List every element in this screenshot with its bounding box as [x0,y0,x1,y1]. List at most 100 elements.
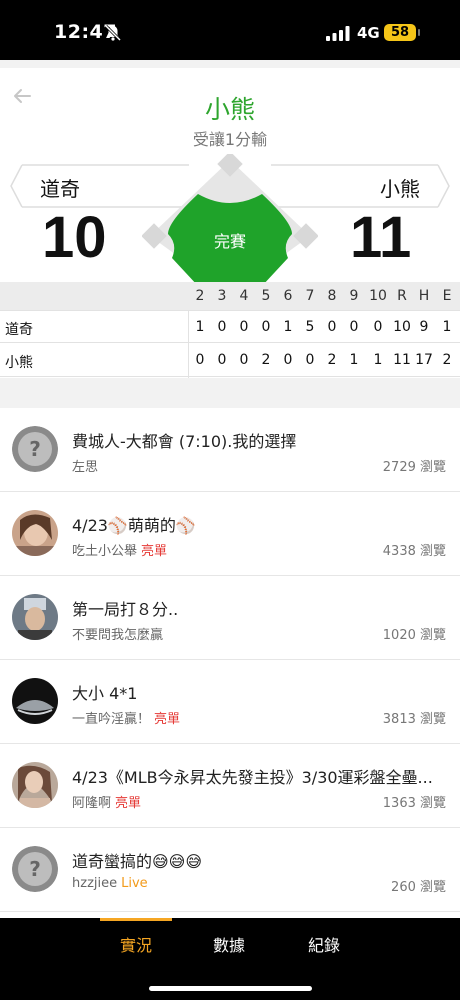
post-title: 大小 4*1 [72,684,138,703]
tab-stats[interactable]: 數據 [179,932,279,956]
inning-header: 6 [283,288,293,304]
hits-total: 17 [415,352,433,368]
user-photo-avatar [12,594,58,640]
post-title: 4/23《MLB今永昇太先發主投》3/30運彩盤全壘... [72,768,433,787]
inning-score: 0 [239,319,249,335]
inning-score: 0 [349,319,359,335]
runs-total: 11 [393,352,411,368]
inning-score: 0 [305,352,315,368]
view-count: 3813 瀏覽 [382,712,446,727]
away-score: 10 [42,205,107,270]
post-author: hzzjiee Live [72,876,148,891]
author-name: 一直吟淫贏！ [72,712,151,727]
post-author: 不要問我怎麼贏 [72,624,163,643]
inning-score: 0 [373,319,383,335]
post-item[interactable]: 4/23《MLB今永昇太先發主投》3/30運彩盤全壘... 阿隆啊 亮單 1363… [0,744,460,828]
post-title: 第一局打８分.. [72,600,179,619]
avatar [12,678,58,724]
avatar: ? [12,426,58,472]
page-title: 小熊 [204,95,255,124]
hits-total: 9 [419,319,429,335]
highlight-badge: 亮單 [154,712,181,727]
view-count: 1020 瀏覽 [382,628,446,643]
box-score-home-row: 小熊 0 0 0 2 0 0 2 1 1 11 17 2 [0,344,460,377]
home-team-name: 小熊 [380,177,420,201]
handicap-result: 受讓1分輸 [192,130,268,149]
view-count: 1363 瀏覽 [382,796,446,811]
post-item[interactable]: 第一局打８分.. 不要問我怎麼贏 1020 瀏覽 [0,576,460,660]
home-indicator[interactable] [149,986,312,991]
inning-header: 2 [195,288,205,304]
placeholder-avatar-icon: ? [12,846,58,892]
inning-header: 7 [305,288,315,304]
inning-score: 0 [283,352,293,368]
inning-header: 8 [327,288,337,304]
avatar [12,594,58,640]
author-name: hzzjiee [72,876,118,891]
hits-header: H [418,288,430,304]
status-bar: 12:47 4G 58 [0,0,460,60]
inning-score: 1 [195,319,205,335]
inning-score: 2 [327,352,337,368]
box-score-away-row: 道奇 1 0 0 0 1 5 0 0 0 10 9 1 [0,310,460,343]
inning-header: 4 [239,288,249,304]
inning-header: 9 [349,288,359,304]
inning-header: 10 [369,288,387,304]
game-status: 完賽 [213,232,246,251]
highlight-badge: 亮單 [141,544,168,559]
inning-score: 1 [373,352,383,368]
box-score-header-row: 2 3 4 5 6 7 8 9 10 R H E [0,282,460,310]
game-page: 小熊 受讓1分輸 道奇 小熊 完賽 10 11 2 3 4 5 6 7 8 9 … [0,60,460,918]
inning-score: 2 [261,352,271,368]
away-team-label: 道奇 [5,322,33,338]
post-item[interactable]: 大小 4*1 一直吟淫贏！ 亮單 3813 瀏覽 [0,660,460,744]
view-count: 260 瀏覽 [391,880,446,895]
author-name: 阿隆啊 [72,796,112,811]
view-count: 2729 瀏覽 [382,460,446,475]
home-team-label: 小熊 [5,355,33,371]
inning-header: 3 [217,288,227,304]
post-author: 左思 [72,456,98,475]
network-label: 4G [357,24,380,42]
avatar: ? [12,846,58,892]
author-name: 吃土小公舉 [72,544,138,559]
table-divider [188,310,189,378]
post-author: 阿隆啊 亮單 [72,792,141,811]
post-author: 一直吟淫贏！ 亮單 [72,708,180,727]
inning-header: 5 [261,288,271,304]
highlight-badge: 亮單 [115,796,142,811]
silent-bell-icon [104,24,122,42]
tab-records[interactable]: 紀錄 [274,932,374,956]
svg-text:?: ? [29,437,41,461]
inning-score: 1 [349,352,359,368]
away-team-name: 道奇 [40,177,80,201]
battery-icon: 58 [384,24,420,41]
post-author: 吃土小公舉 亮單 [72,540,167,559]
user-photo-avatar [12,510,58,556]
live-badge: Live [121,876,148,891]
post-item[interactable]: ? 費城人-大都會 (7:10).我的選擇 左思 2729 瀏覽 [0,408,460,492]
home-score: 11 [350,205,412,270]
user-photo-avatar [12,678,58,724]
inning-score: 1 [283,319,293,335]
user-photo-avatar [12,762,58,808]
inning-score: 0 [261,319,271,335]
tab-live[interactable]: 實況 [86,932,186,956]
post-item[interactable]: 4/23⚾萌萌的⚾ 吃土小公舉 亮單 4338 瀏覽 [0,492,460,576]
inning-score: 0 [327,319,337,335]
errors-total: 1 [442,319,452,335]
inning-score: 0 [239,352,249,368]
post-title: 4/23⚾萌萌的⚾ [72,516,196,535]
baseball-diamond-icon [142,154,318,294]
author-name: 左思 [72,460,99,475]
active-tab-indicator [100,918,172,921]
placeholder-avatar-icon: ? [12,426,58,472]
signal-icon [326,26,350,41]
post-title: 道奇蠻搞的😅😅😅 [72,852,203,871]
inning-score: 5 [305,319,315,335]
errors-header: E [442,288,452,304]
avatar [12,762,58,808]
box-score-table: 2 3 4 5 6 7 8 9 10 R H E 道奇 1 0 0 0 1 5 … [0,282,460,378]
post-item[interactable]: ? 道奇蠻搞的😅😅😅 hzzjiee Live 260 瀏覽 [0,828,460,912]
post-list: ? 費城人-大都會 (7:10).我的選擇 左思 2729 瀏覽 4/23⚾萌萌… [0,408,460,918]
